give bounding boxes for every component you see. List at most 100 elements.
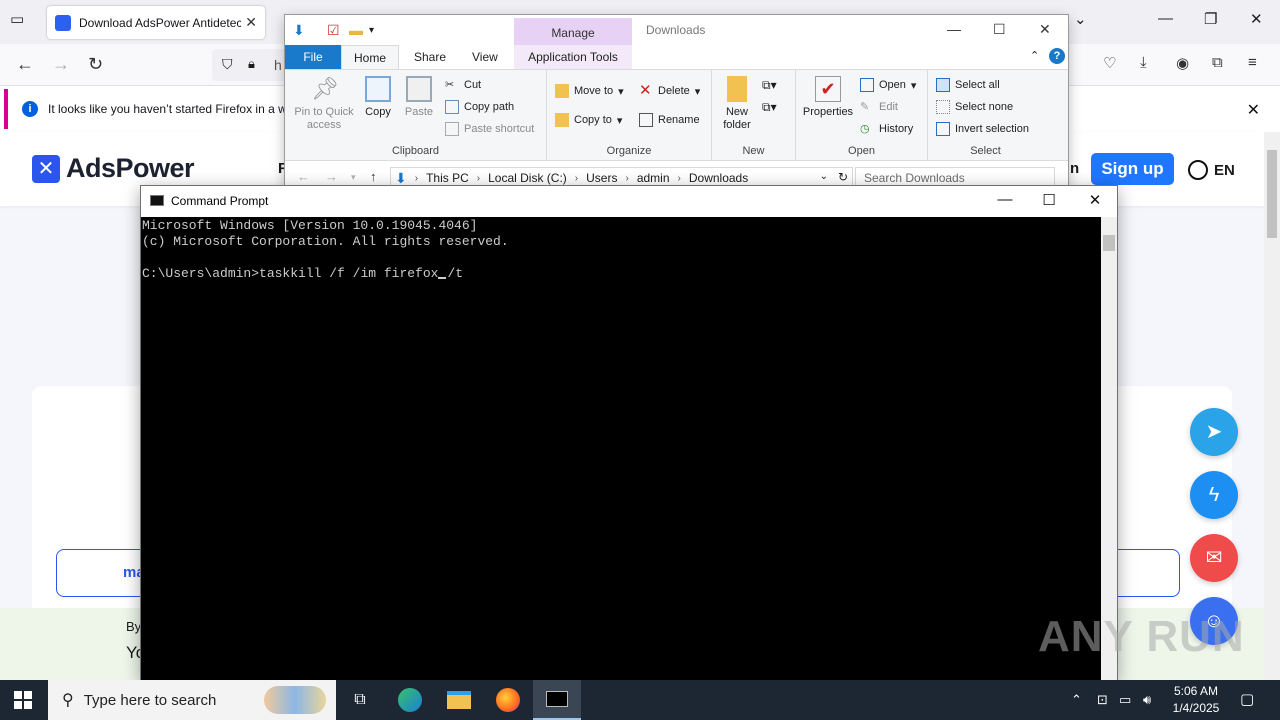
- help-icon[interactable]: ?: [1049, 48, 1065, 64]
- command-prompt-taskbar-icon[interactable]: [533, 680, 581, 720]
- cmd-app-icon: [150, 195, 164, 206]
- tray-app-icon[interactable]: ⊡: [1097, 692, 1108, 708]
- path-separator-icon: ›: [414, 172, 419, 184]
- new-item-icon[interactable]: ⧉▾: [762, 78, 777, 93]
- login-link-fragment[interactable]: n: [1070, 160, 1079, 177]
- select-none-button[interactable]: Select none: [936, 100, 1013, 114]
- forward-icon[interactable]: →: [52, 54, 70, 75]
- telegram-icon[interactable]: ➤: [1190, 408, 1238, 456]
- copy-to-button[interactable]: Copy to ▾: [555, 113, 622, 127]
- adspower-logo[interactable]: ✕ AdsPower: [32, 153, 195, 184]
- pin-quick-access-button[interactable]: 📌︎ Pin to Quick access: [289, 76, 359, 132]
- breadcrumb-local-disk[interactable]: Local Disk (C:): [488, 171, 567, 185]
- volume-icon[interactable]: 🔊︎: [1143, 692, 1151, 708]
- invert-selection-icon: [936, 122, 950, 136]
- explorer-close-icon[interactable]: ✕: [1039, 21, 1051, 38]
- select-all-button[interactable]: Select all: [936, 78, 1000, 92]
- collapse-ribbon-icon[interactable]: ⌃: [1030, 49, 1039, 62]
- clipboard-group: 📌︎ Pin to Quick access Copy Paste ✂ Cut C…: [285, 70, 547, 160]
- explorer-back-icon[interactable]: ←: [297, 169, 310, 184]
- close-notification-icon[interactable]: ✕: [1247, 100, 1260, 120]
- file-explorer-icon[interactable]: [435, 680, 483, 720]
- properties-quick-icon[interactable]: ☑: [327, 22, 340, 39]
- firefox-icon[interactable]: [484, 680, 532, 720]
- move-to-button[interactable]: Move to ▾: [555, 84, 624, 98]
- email-icon[interactable]: ✉: [1190, 534, 1238, 582]
- reload-icon[interactable]: ↻: [88, 54, 103, 75]
- refresh-icon[interactable]: ↻: [838, 170, 848, 184]
- explorer-minimize-icon[interactable]: —: [947, 21, 961, 37]
- browser-tab-adspower[interactable]: Download AdsPower Antidetect ✕: [47, 6, 265, 39]
- taskbar-search-box[interactable]: ⚲ Type here to search: [48, 680, 336, 720]
- task-view-icon[interactable]: ⧉: [336, 680, 384, 720]
- sign-up-button[interactable]: Sign up: [1091, 153, 1174, 185]
- close-tab-icon[interactable]: ✕: [245, 14, 257, 31]
- close-window-icon[interactable]: ✕: [1250, 10, 1263, 28]
- extensions-icon[interactable]: ⧉: [1212, 54, 1223, 71]
- quick-access-download-icon[interactable]: ⬇: [293, 22, 305, 39]
- breadcrumb-users[interactable]: Users: [586, 171, 617, 185]
- menu-icon[interactable]: ≡: [1248, 54, 1257, 71]
- tab-application-tools[interactable]: Application Tools: [514, 45, 632, 69]
- start-windows-icon[interactable]: [14, 691, 32, 709]
- firefox-view-icon[interactable]: ▭: [10, 10, 24, 28]
- page-scrollbar[interactable]: [1264, 132, 1280, 680]
- cmd-close-icon[interactable]: ✕: [1075, 191, 1115, 209]
- breadcrumb-downloads[interactable]: Downloads: [689, 171, 748, 185]
- up-folder-icon[interactable]: ↑: [370, 169, 377, 184]
- breadcrumb-this-pc[interactable]: This PC: [426, 171, 469, 185]
- new-folder-quick-icon[interactable]: ▬: [349, 22, 363, 38]
- cmd-scrollbar[interactable]: [1101, 217, 1117, 680]
- invert-selection-button[interactable]: Invert selection: [936, 122, 1029, 136]
- manage-contextual-tab[interactable]: Manage: [514, 18, 632, 45]
- taskbar-clock[interactable]: 5:06 AM 1/4/2025: [1166, 683, 1226, 717]
- language-selector[interactable]: EN: [1188, 160, 1235, 180]
- paste-button[interactable]: Paste: [401, 76, 437, 119]
- new-folder-button[interactable]: New folder: [716, 76, 758, 132]
- downloads-icon[interactable]: ⤓: [1140, 54, 1147, 71]
- page-scrollbar-thumb[interactable]: [1267, 150, 1277, 238]
- rename-button[interactable]: Rename: [639, 113, 700, 127]
- copy-path-button[interactable]: Copy path: [445, 100, 514, 114]
- tracking-shield-icon[interactable]: ⛉: [222, 56, 233, 73]
- network-icon[interactable]: ▭: [1119, 692, 1131, 708]
- explorer-maximize-icon[interactable]: ☐: [993, 21, 1006, 38]
- restore-icon[interactable]: ❐: [1204, 10, 1217, 28]
- account-icon[interactable]: ◉: [1176, 54, 1189, 72]
- cmd-maximize-icon[interactable]: ☐: [1029, 191, 1069, 209]
- show-hidden-icons-icon[interactable]: ⌃: [1071, 692, 1082, 708]
- breadcrumb-admin[interactable]: admin: [637, 171, 670, 185]
- minimize-icon[interactable]: —: [1158, 10, 1173, 27]
- recent-locations-icon[interactable]: ▾: [351, 172, 356, 183]
- edge-icon[interactable]: [386, 680, 434, 720]
- messenger-icon[interactable]: ϟ: [1190, 471, 1238, 519]
- tab-view[interactable]: View: [460, 45, 510, 69]
- history-label: History: [879, 123, 914, 135]
- lock-icon[interactable]: 🔒︎: [248, 56, 255, 72]
- url-text[interactable]: h: [274, 57, 282, 73]
- list-tabs-chevron-icon[interactable]: ⌄: [1074, 10, 1087, 28]
- explorer-forward-icon[interactable]: →: [325, 169, 338, 184]
- tab-file[interactable]: File: [285, 45, 341, 69]
- cmd-minimize-icon[interactable]: —: [985, 191, 1025, 208]
- paste-shortcut-button[interactable]: Paste shortcut: [445, 122, 534, 136]
- cmd-scrollbar-thumb[interactable]: [1103, 235, 1115, 251]
- cut-button[interactable]: ✂ Cut: [445, 78, 481, 92]
- copy-button[interactable]: Copy: [361, 76, 395, 119]
- delete-button[interactable]: ✕ Delete ▾: [639, 83, 700, 98]
- notifications-icon[interactable]: ▢: [1240, 690, 1254, 708]
- open-button[interactable]: Open ▾: [860, 78, 916, 92]
- tab-share[interactable]: Share: [402, 45, 458, 69]
- console-command-line[interactable]: C:\Users\admin>taskkill /f /im firefox/t: [142, 266, 1100, 282]
- tab-home[interactable]: Home: [341, 45, 400, 69]
- cmd-console[interactable]: Microsoft Windows [Version 10.0.19045.40…: [141, 217, 1101, 680]
- properties-button[interactable]: ✔ Properties: [800, 76, 856, 119]
- pocket-icon[interactable]: ♡: [1103, 54, 1116, 72]
- back-icon[interactable]: ←: [16, 54, 34, 75]
- easy-access-icon[interactable]: ⧉▾: [762, 100, 777, 115]
- history-button[interactable]: ◷ History: [860, 122, 913, 136]
- edit-button[interactable]: ✎ Edit: [860, 100, 898, 114]
- address-dropdown-icon[interactable]: ⌄: [820, 171, 828, 182]
- path-separator-icon: ›: [476, 172, 481, 184]
- customize-quick-access-icon[interactable]: ▾: [369, 25, 374, 36]
